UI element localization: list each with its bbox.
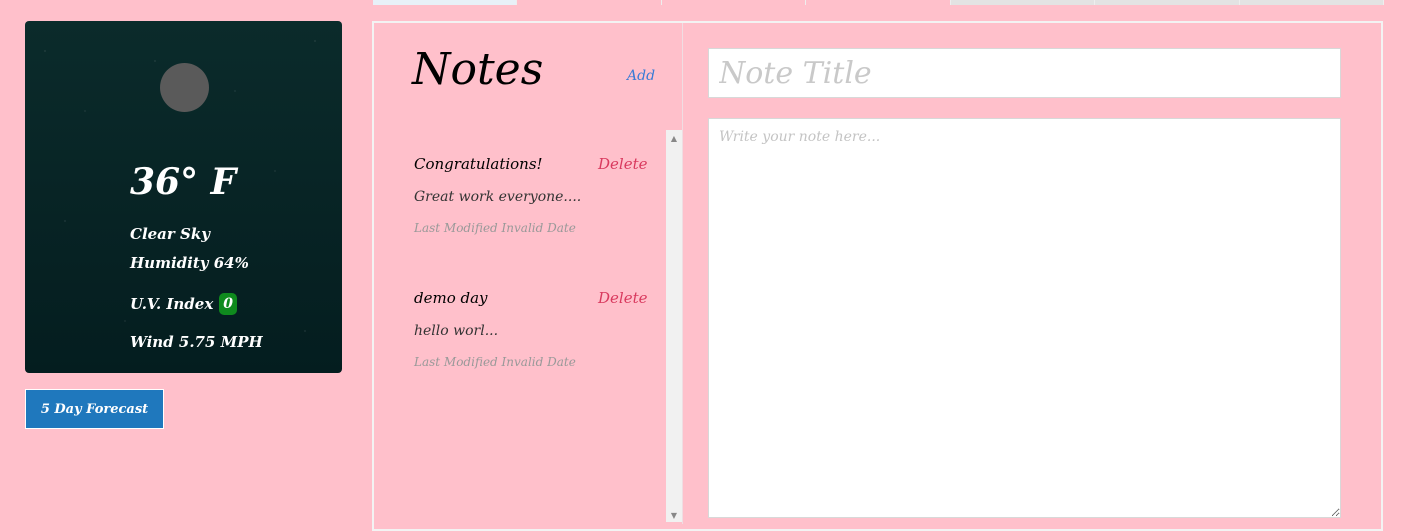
tab-3[interactable] [661,0,807,5]
tab-1[interactable] [373,0,518,5]
uv-index-badge: 0 [219,293,238,315]
scroll-down-arrow-icon[interactable]: ▼ [666,511,682,520]
note-body-textarea[interactable] [708,118,1341,518]
delete-note-link[interactable]: Delete [598,289,647,307]
tab-6[interactable] [1095,0,1240,5]
note-preview: Great work everyone.... [414,189,582,205]
note-preview: hello worl... [414,323,499,339]
tab-2[interactable] [517,0,662,5]
weather-condition: Clear Sky [130,225,210,243]
uv-index-label: U.V. Index [130,295,214,313]
temperature: 36° F [130,161,237,203]
note-title[interactable]: Congratulations! [414,155,543,173]
wind-speed: Wind 5.75 MPH [130,333,263,351]
note-modified: Last Modified Invalid Date [414,355,576,369]
tab-7[interactable] [1239,0,1384,5]
note-title[interactable]: demo day [414,289,488,307]
tab-strip [373,0,1384,5]
weather-card: 36° F Clear Sky Humidity 64% U.V. Index … [25,21,342,373]
tab-5[interactable] [950,0,1096,5]
note-title-input[interactable] [708,48,1341,98]
note-modified: Last Modified Invalid Date [414,221,576,235]
humidity: Humidity 64% [130,254,249,272]
delete-note-link[interactable]: Delete [598,155,647,173]
five-day-forecast-button[interactable]: 5 Day Forecast [25,389,164,429]
panel-divider [682,23,683,524]
add-note-link[interactable]: Add [627,68,655,84]
tab-4[interactable] [806,0,951,5]
notes-list-scrollbar[interactable]: ▲ ▼ [666,130,682,522]
notes-heading: Notes [412,44,544,95]
scroll-up-arrow-icon[interactable]: ▲ [666,134,682,143]
moon-icon [160,63,209,112]
uv-index: U.V. Index 0 [130,293,238,315]
